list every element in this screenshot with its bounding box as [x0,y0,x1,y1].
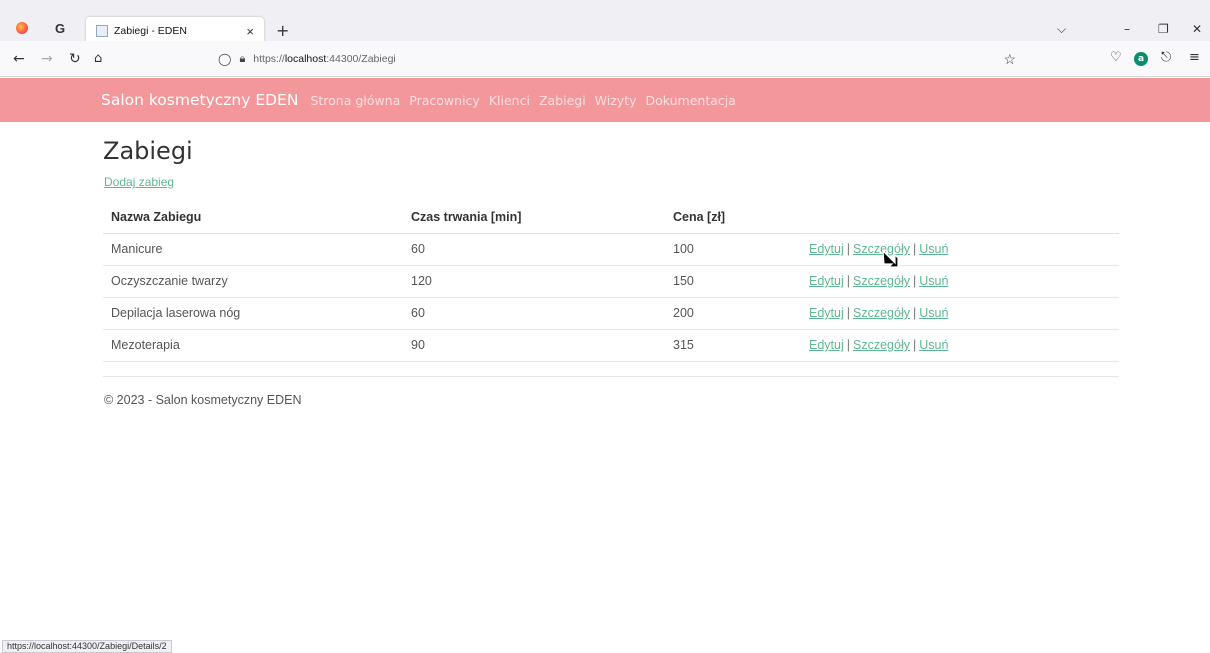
separator: | [846,338,850,352]
extensions-icon[interactable]: ⎋ [1161,50,1171,65]
details-link[interactable]: Szczegóły [853,306,910,320]
delete-link[interactable]: Usuń [919,242,948,256]
cell-name: Oczyszczanie twarzy [103,265,403,298]
separator: | [846,274,850,288]
brand-link[interactable]: Salon kosmetyczny EDEN [101,91,298,109]
add-treatment-link[interactable]: Dodaj zabieg [104,175,174,189]
google-icon[interactable]: G [50,18,70,38]
edit-link[interactable]: Edytuj [809,338,844,352]
close-window-icon[interactable]: ✕ [1192,22,1202,36]
details-link[interactable]: Szczegóły [853,338,910,352]
cell-price: 100 [665,233,801,266]
details-link[interactable]: Szczegóły [853,274,910,288]
column-header-duration: Czas trwania [min] [403,201,665,234]
restore-icon[interactable]: ❐ [1158,22,1169,36]
site-navbar: Salon kosmetyczny EDEN Strona główna Pra… [0,78,1210,122]
cell-name: Mezoterapia [103,329,403,362]
footer-divider [103,376,1119,377]
cell-duration: 120 [403,265,665,298]
address-bar[interactable]: ◯ 🔒︎ https://localhost:44300/Zabiegi ☆ [218,47,1016,71]
page-title: Zabiegi [103,137,193,165]
cell-actions: Edytuj | Szczegóły | Usuń [801,329,1119,362]
table-row: Depilacja laserowa nóg 60 200 Edytuj | Szc… [103,297,1119,330]
delete-link[interactable]: Usuń [919,306,948,320]
url-path: :44300/Zabiegi [326,53,396,65]
url-host: localhost [284,53,327,65]
cell-name: Depilacja laserowa nóg [103,297,403,330]
nav-link-pracownicy[interactable]: Pracownicy [409,93,480,108]
separator: | [912,338,917,352]
nav-link-zabiegi[interactable]: Zabiegi [539,93,586,108]
cell-duration: 60 [403,297,665,330]
cell-price: 200 [665,297,801,330]
cell-duration: 90 [403,329,665,362]
separator: | [912,274,917,288]
reload-icon[interactable]: ↻ [69,51,81,67]
edit-link[interactable]: Edytuj [809,306,844,320]
table-row: Manicure 60 100 Edytuj | Szczegóły | Usuń [103,233,1119,266]
separator: | [846,306,850,320]
cell-duration: 60 [403,233,665,266]
footer-text: © 2023 - Salon kosmetyczny EDEN [104,393,302,407]
tab-title: Zabiegi - EDEN [114,25,187,37]
pocket-icon[interactable]: ♡ [1110,50,1122,65]
tab-list-chevron-icon[interactable]: ⌵ [1057,22,1066,37]
firefox-icon[interactable] [12,18,32,38]
table-header-row: Nazwa Zabiegu Czas trwania [min] Cena [z… [103,201,1119,234]
separator: | [912,242,917,256]
shield-icon[interactable]: ◯ [218,52,231,66]
new-tab-button[interactable]: + [276,21,289,40]
column-header-price: Cena [zł] [665,201,801,234]
cell-actions: Edytuj | Szczegóły | Usuń [801,297,1119,330]
account-icon[interactable]: a [1134,52,1148,66]
table-row: Mezoterapia 90 315 Edytuj | Szczegóły | Usuń [103,329,1119,362]
treatments-table: Nazwa Zabiegu Czas trwania [min] Cena [z… [103,201,1119,362]
nav-link-wizyty[interactable]: Wizyty [595,93,637,108]
browser-toolbar: ← → ↻ ⌂ ◯ 🔒︎ https://localhost:44300/Zab… [0,41,1210,77]
separator: | [912,306,917,320]
forward-icon[interactable]: → [41,51,53,67]
separator: | [846,242,850,256]
delete-link[interactable]: Usuń [919,274,948,288]
cell-actions: Edytuj | Szczegóły | Usuń [801,233,1119,266]
table-row: Oczyszczanie twarzy 120 150 Edytuj | Szcze… [103,265,1119,298]
status-bar-url: https://localhost:44300/Zabiegi/Details/… [2,640,172,653]
edit-link[interactable]: Edytuj [809,242,844,256]
cell-price: 315 [665,329,801,362]
menu-icon[interactable]: ≡ [1189,50,1200,65]
back-icon[interactable]: ← [13,51,25,67]
lock-icon[interactable]: 🔒︎ [239,53,245,66]
minimize-icon[interactable]: – [1124,22,1130,36]
nav-link-strona-glowna[interactable]: Strona główna [310,93,400,108]
column-header-name: Nazwa Zabiegu [103,201,403,234]
cell-actions: Edytuj | Szczegóły | Usuń [801,265,1119,298]
url-scheme: https:// [253,53,285,65]
star-icon[interactable]: ☆ [1003,51,1016,68]
mouse-pointer-icon [882,249,899,268]
browser-tab-bar: G Zabiegi - EDEN × + ⌵ – ❐ ✕ [0,0,1210,45]
tab-close-icon[interactable]: × [246,24,254,39]
column-header-actions [801,201,1119,234]
edit-link[interactable]: Edytuj [809,274,844,288]
cell-name: Manicure [103,233,403,266]
cell-price: 150 [665,265,801,298]
page-favicon-icon [96,25,108,37]
nav-link-dokumentacja[interactable]: Dokumentacja [646,93,736,108]
nav-link-klienci[interactable]: Klienci [489,93,530,108]
home-icon[interactable]: ⌂ [94,51,102,66]
delete-link[interactable]: Usuń [919,338,948,352]
